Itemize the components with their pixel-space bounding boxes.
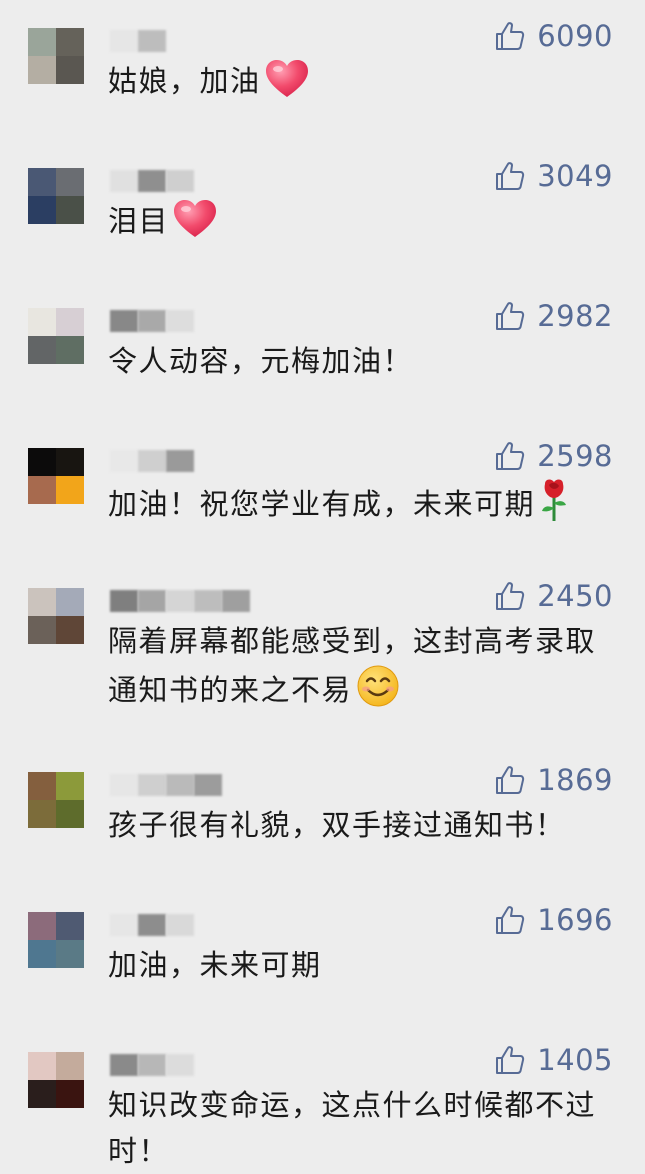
- avatar[interactable]: [28, 1052, 84, 1108]
- comment-text: 令人动容，元梅加油！: [108, 338, 613, 384]
- username-blurred[interactable]: [110, 590, 370, 612]
- avatar[interactable]: [28, 588, 84, 644]
- username-blurred[interactable]: [110, 310, 370, 332]
- avatar[interactable]: [28, 448, 84, 504]
- like-count: 2598: [537, 439, 613, 473]
- like-count: 1696: [537, 903, 613, 937]
- thumbs-up-icon: [495, 581, 525, 611]
- like-count: 1869: [537, 763, 613, 797]
- avatar[interactable]: [28, 772, 84, 828]
- like-button[interactable]: 1696: [495, 902, 613, 938]
- like-button[interactable]: 2598: [495, 438, 613, 474]
- comment-text: 泪目: [108, 198, 613, 252]
- comment-text-content: 加油！祝您学业有成，未来可期: [108, 487, 536, 521]
- like-count: 2450: [537, 579, 613, 613]
- comment-text: 加油！祝您学业有成，未来可期: [108, 478, 613, 535]
- comment-text: 姑娘，加油: [108, 58, 613, 112]
- thumbs-up-icon: [495, 905, 525, 935]
- username-blurred[interactable]: [110, 1054, 370, 1076]
- username-blurred[interactable]: [110, 914, 370, 936]
- like-count: 3049: [537, 159, 613, 193]
- heart-emoji: [265, 59, 309, 112]
- like-count: 2982: [537, 299, 613, 333]
- comment-text-content: 姑娘，加油: [108, 64, 261, 98]
- username-blurred[interactable]: [110, 30, 370, 52]
- thumbs-up-icon: [495, 765, 525, 795]
- username-blurred[interactable]: [110, 450, 370, 472]
- thumbs-up-icon: [495, 21, 525, 51]
- thumbs-up-icon: [495, 161, 525, 191]
- comment-text: 加油，未来可期: [108, 942, 613, 988]
- like-button[interactable]: 1405: [495, 1042, 613, 1078]
- username-blurred[interactable]: [110, 170, 370, 192]
- comment-text: 知识改变命运，这点什么时候都不过时！: [108, 1082, 613, 1174]
- like-count: 1405: [537, 1043, 613, 1077]
- rose-emoji: [539, 478, 569, 535]
- comment-text-content: 隔着屏幕都能感受到，这封高考录取通知书的来之不易: [108, 624, 597, 707]
- like-button[interactable]: 2450: [495, 578, 613, 614]
- like-button[interactable]: 2982: [495, 298, 613, 334]
- heart-emoji: [173, 199, 217, 252]
- avatar[interactable]: [28, 308, 84, 364]
- thumbs-up-icon: [495, 441, 525, 471]
- like-button[interactable]: 1869: [495, 762, 613, 798]
- comment-text-content: 泪目: [108, 204, 170, 238]
- thumbs-up-icon: [495, 301, 525, 331]
- comment-text: 隔着屏幕都能感受到，这封高考录取通知书的来之不易: [108, 618, 613, 721]
- thumbs-up-icon: [495, 1045, 525, 1075]
- avatar[interactable]: [28, 168, 84, 224]
- like-count: 6090: [537, 19, 613, 53]
- like-button[interactable]: 6090: [495, 18, 613, 54]
- comment-text-content: 加油，未来可期: [108, 948, 322, 982]
- comment-text-content: 知识改变命运，这点什么时候都不过时！: [108, 1088, 597, 1168]
- smile-emoji: [356, 664, 400, 721]
- comment-text: 孩子很有礼貌，双手接过通知书！: [108, 802, 613, 848]
- like-button[interactable]: 3049: [495, 158, 613, 194]
- comment-text-content: 孩子很有礼貌，双手接过通知书！: [108, 808, 566, 842]
- avatar[interactable]: [28, 912, 84, 968]
- comment-list: 6090 姑娘，加油 3049 泪目 2982 令人动容，元梅加油！ 2598 加油！祝您学业…: [0, 0, 645, 1168]
- avatar[interactable]: [28, 28, 84, 84]
- username-blurred[interactable]: [110, 774, 370, 796]
- comment-text-content: 令人动容，元梅加油！: [108, 344, 414, 378]
